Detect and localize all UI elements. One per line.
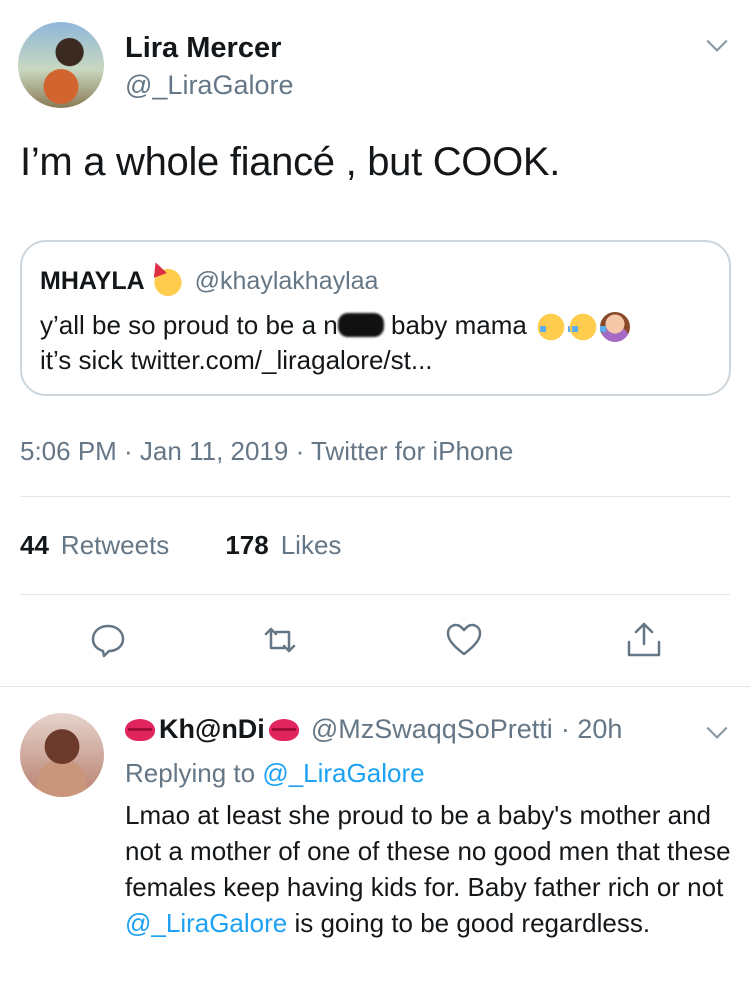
likes-count: 178 xyxy=(225,530,269,560)
reply-text: Lmao at least she proud to be a baby's m… xyxy=(125,797,740,941)
mention-link[interactable]: @_LiraGalore xyxy=(125,908,287,938)
like-icon[interactable] xyxy=(444,620,484,660)
chevron-down-icon[interactable] xyxy=(704,33,730,59)
redacted-word xyxy=(337,313,384,337)
retweet-icon[interactable] xyxy=(260,620,300,660)
replying-to-handle-link[interactable]: @_LiraGalore xyxy=(262,758,424,788)
quoted-handle: @khaylakhaylaa xyxy=(194,266,379,295)
crying-emoji xyxy=(568,312,607,343)
reply-text-part2: is going to be good regardless. xyxy=(287,908,651,938)
reply-header: Kh@nDi @MzSwaqqSoPretti · 20h xyxy=(125,714,622,745)
reply-icon[interactable] xyxy=(88,620,128,660)
reply-display-name[interactable]: Kh@nDi xyxy=(159,714,265,745)
reply-text-part1: Lmao at least she proud to be a baby's m… xyxy=(125,800,731,902)
quoted-tweet-card[interactable]: MHAYLA @khaylakhaylaa y’all be so proud … xyxy=(20,240,731,396)
tweet-timestamp[interactable]: 5:06 PM · Jan 11, 2019 · Twitter for iPh… xyxy=(20,436,513,467)
share-icon[interactable] xyxy=(624,620,664,660)
reply-time[interactable]: · 20h xyxy=(561,714,623,745)
quoted-text-line2: it’s sick twitter.com/_liragalore/st... xyxy=(40,345,433,375)
quoted-text-part2: baby mama xyxy=(383,310,527,340)
retweets-label: Retweets xyxy=(60,530,170,560)
author-display-name[interactable]: Lira Mercer xyxy=(125,32,281,65)
tweet-stats: 44 Retweets 178 Likes xyxy=(20,530,397,561)
divider xyxy=(20,496,730,497)
retweets-stat[interactable]: 44 Retweets xyxy=(20,530,169,561)
divider xyxy=(20,594,730,595)
author-avatar[interactable] xyxy=(18,22,104,108)
tweet-text: I’m a whole fiancé , but COOK. xyxy=(20,140,561,184)
kiss-emoji xyxy=(125,718,155,741)
replying-to-prefix: Replying to xyxy=(125,758,256,788)
reply-author-avatar[interactable] xyxy=(20,713,104,797)
quoted-text-part1: y’all be so proud to be a n xyxy=(40,310,338,340)
likes-stat[interactable]: 178 Likes xyxy=(225,530,341,561)
crying-emoji xyxy=(536,312,575,343)
quoted-display-name: MHAYLA xyxy=(40,266,145,295)
reply-handle[interactable]: @MzSwaqqSoPretti xyxy=(311,714,553,745)
likes-label: Likes xyxy=(280,530,342,560)
party-emoji xyxy=(152,266,183,296)
author-handle[interactable]: @_LiraGalore xyxy=(125,70,294,101)
replying-to: Replying to @_LiraGalore xyxy=(125,758,425,789)
chevron-down-icon[interactable] xyxy=(704,720,730,746)
quoted-text: y’all be so proud to be a n baby mama it… xyxy=(40,308,720,378)
kiss-emoji xyxy=(268,718,299,741)
retweets-count: 44 xyxy=(20,530,49,560)
section-divider xyxy=(0,686,750,687)
